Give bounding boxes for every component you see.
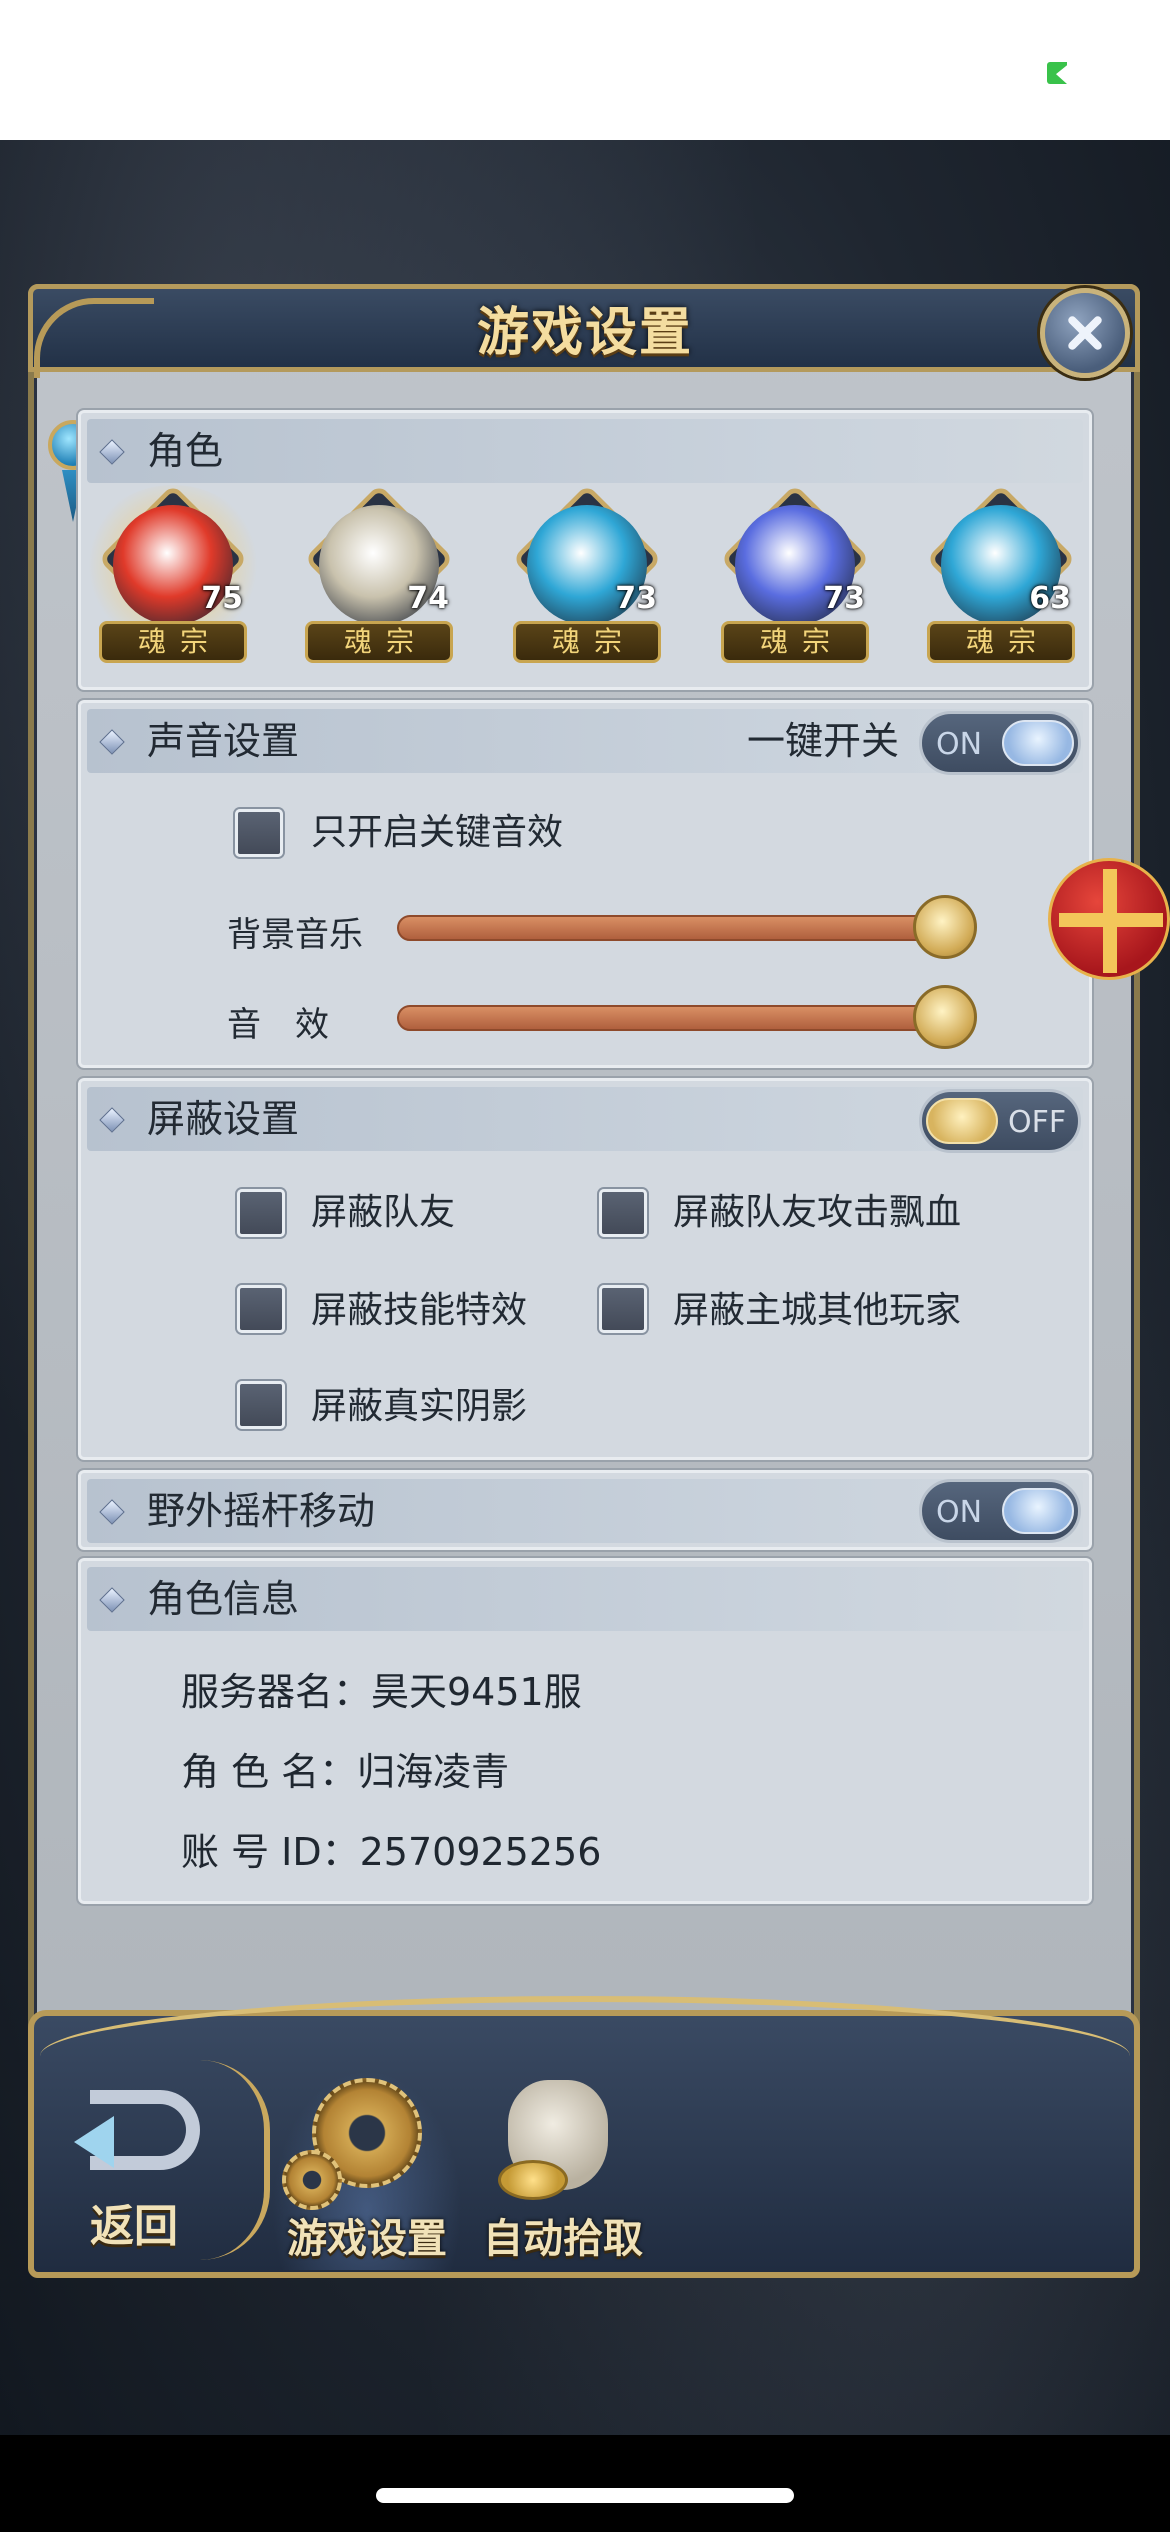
home-indicator-area [0, 2435, 1170, 2532]
role-section: 角色 75 魂宗 74 魂宗 73 魂宗 73 魂宗 63 魂宗 [76, 408, 1094, 692]
block-city-players-checkbox[interactable] [599, 1285, 647, 1333]
diamond-icon [99, 729, 125, 755]
status-indicator-icon [1047, 62, 1067, 84]
master-sound-toggle[interactable]: ON [919, 711, 1081, 775]
sound-section: 声音设置 一键开关 ON 只开启关键音效 背景音乐 音 效 [76, 698, 1094, 1070]
sound-section-title: 声音设置 [147, 719, 300, 763]
hero-card[interactable]: 74 魂宗 [299, 483, 459, 671]
joystick-section: 野外摇杆移动 ON [76, 1468, 1094, 1552]
hero-sect-tag: 魂宗 [721, 621, 869, 663]
game-settings-label: 游戏设置 [287, 2215, 447, 2262]
role-info-section-title: 角色信息 [147, 1577, 300, 1621]
role-info-section-header: 角色信息 [87, 1567, 1083, 1631]
toggle-knob [926, 1098, 998, 1144]
block-section-title: 屏蔽设置 [147, 1097, 300, 1141]
hero-card[interactable]: 73 魂宗 [507, 483, 667, 671]
hero-sect-tag: 魂宗 [305, 621, 453, 663]
block-option-label: 屏蔽队友 [311, 1192, 456, 1233]
key-sfx-only-label: 只开启关键音效 [311, 812, 564, 853]
block-skill-effects-checkbox[interactable] [237, 1285, 285, 1333]
bgm-label: 背景音乐 [227, 915, 363, 955]
role-section-header: 角色 [87, 419, 1083, 483]
hero-level: 73 [823, 581, 865, 616]
panel-title: 游戏设置 [476, 302, 693, 363]
block-section: 屏蔽设置 OFF 屏蔽队友 屏蔽队友攻击飘血 屏蔽技能特效 屏蔽主城其他玩家 屏… [76, 1076, 1094, 1462]
hero-level: 74 [407, 581, 449, 616]
joystick-section-header: 野外摇杆移动 ON [87, 1479, 1083, 1543]
back-button[interactable]: 返回 [70, 2080, 220, 2260]
bgm-slider-knob[interactable] [913, 895, 977, 959]
game-settings-tab[interactable]: 游戏设置 [272, 2070, 462, 2270]
role-info-section: 角色信息 服务器名：昊天9451服 角 色 名：归海凌青 账 号 ID：2570… [76, 1556, 1094, 1906]
joystick-toggle[interactable]: ON [919, 1479, 1081, 1543]
block-option-label: 屏蔽真实阴影 [311, 1386, 528, 1427]
hero-card[interactable]: 73 魂宗 [715, 483, 875, 671]
block-option-label: 屏蔽技能特效 [311, 1290, 528, 1331]
block-section-header: 屏蔽设置 OFF [87, 1087, 1083, 1153]
key-sfx-only-checkbox[interactable] [235, 809, 283, 857]
role-name: 角 色 名：归海凌青 [181, 1750, 510, 1794]
diamond-icon [99, 439, 125, 465]
sfx-label: 音 效 [227, 1005, 329, 1045]
block-real-shadows-checkbox[interactable] [237, 1381, 285, 1429]
hero-sect-tag: 魂宗 [99, 621, 247, 663]
block-option-label: 屏蔽主城其他玩家 [673, 1290, 962, 1331]
diamond-icon [99, 1499, 125, 1525]
toggle-knob [1002, 1488, 1074, 1534]
master-sound-label: 一键开关 [747, 719, 900, 763]
joystick-toggle-label: ON [936, 1495, 983, 1530]
role-section-title: 角色 [147, 429, 224, 473]
diamond-icon [99, 1587, 125, 1613]
gift-button[interactable] [1048, 858, 1170, 980]
coins-icon [498, 2160, 568, 2200]
account-id: 账 号 ID：2570925256 [181, 1830, 602, 1874]
close-button[interactable] [1040, 288, 1130, 378]
block-toggle-label: OFF [1008, 1105, 1067, 1140]
toggle-knob [1002, 720, 1074, 766]
bgm-slider-track[interactable] [397, 915, 957, 941]
hero-level: 63 [1029, 581, 1071, 616]
home-indicator[interactable] [376, 2488, 794, 2503]
hero-card[interactable]: 63 魂宗 [921, 483, 1081, 671]
master-sound-toggle-label: ON [936, 727, 983, 762]
hero-level: 75 [201, 581, 243, 616]
sfx-slider-knob[interactable] [913, 985, 977, 1049]
hero-sect-tag: 魂宗 [513, 621, 661, 663]
block-toggle[interactable]: OFF [919, 1089, 1081, 1153]
small-gear-icon [282, 2150, 342, 2210]
server-name: 服务器名：昊天9451服 [181, 1670, 582, 1714]
sound-section-header: 声音设置 一键开关 ON [87, 709, 1083, 775]
joystick-section-title: 野外摇杆移动 [147, 1489, 376, 1533]
diamond-icon [99, 1107, 125, 1133]
back-arrow-tip-icon [74, 2116, 114, 2168]
hero-sect-tag: 魂宗 [927, 621, 1075, 663]
status-bar [0, 0, 1170, 140]
auto-pickup-tab[interactable]: 自动拾取 [468, 2070, 658, 2270]
block-option-label: 屏蔽队友攻击飘血 [673, 1192, 962, 1233]
hero-level: 73 [615, 581, 657, 616]
back-label: 返回 [90, 2201, 178, 2252]
sfx-slider-track[interactable] [397, 1005, 957, 1031]
block-teammates-checkbox[interactable] [237, 1189, 285, 1237]
hero-card[interactable]: 75 魂宗 [83, 483, 263, 671]
auto-pickup-label: 自动拾取 [483, 2215, 643, 2262]
block-teammate-damage-checkbox[interactable] [599, 1189, 647, 1237]
